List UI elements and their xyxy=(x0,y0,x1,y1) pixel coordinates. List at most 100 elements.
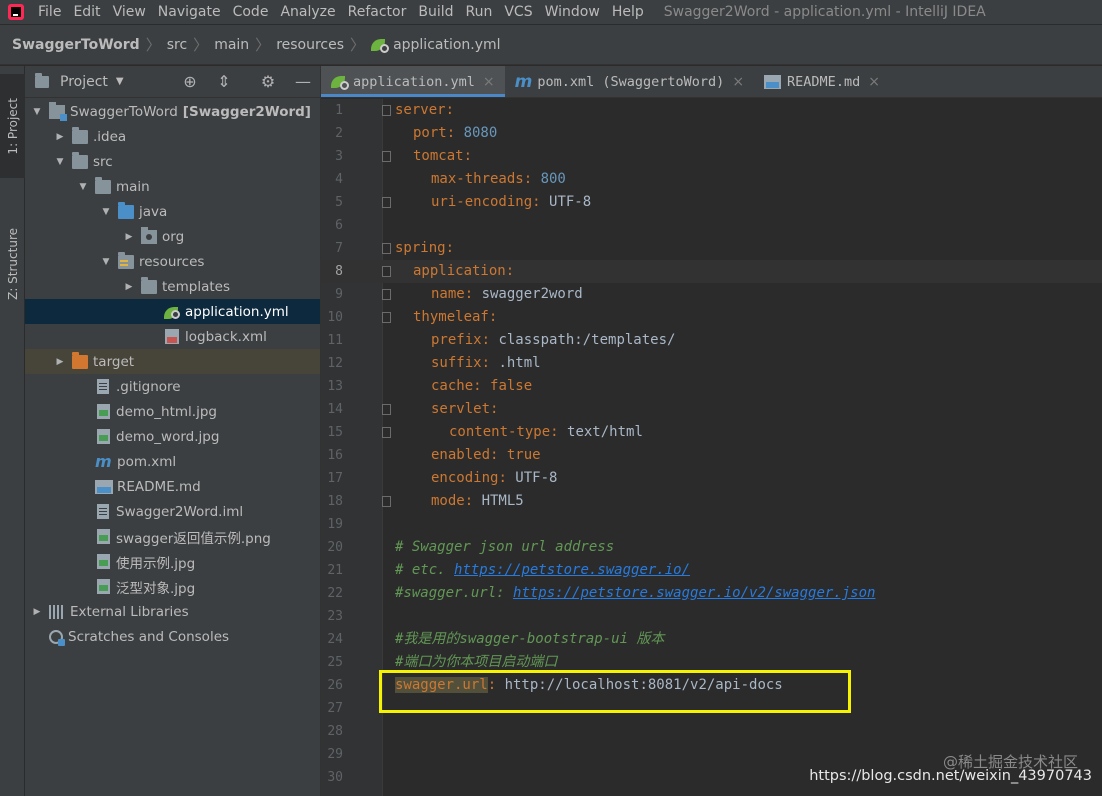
breadcrumb-item[interactable]: resources xyxy=(276,37,344,53)
chevron-down-icon[interactable]: ▼ xyxy=(116,76,124,87)
code-text: application: xyxy=(413,260,514,283)
resources-folder-icon xyxy=(118,251,134,269)
expand-arrow-down-icon[interactable]: ▼ xyxy=(54,157,66,167)
menu-code[interactable]: Code xyxy=(227,0,275,25)
fold-marker-icon[interactable] xyxy=(382,243,391,254)
code-line: 2 port: 8080 xyxy=(321,122,1102,145)
hide-panel-icon[interactable]: — xyxy=(293,72,313,92)
expand-arrow-down-icon[interactable]: ▼ xyxy=(31,107,43,117)
project-tool-window-tab[interactable]: 1: Project xyxy=(0,74,25,178)
tree-item-external-libraries[interactable]: ▶ External Libraries xyxy=(25,599,320,624)
tree-item-swagger2word-iml[interactable]: ▶Swagger2Word.iml xyxy=(25,499,320,524)
fold-marker-icon[interactable] xyxy=(382,197,391,208)
menu-build[interactable]: Build xyxy=(412,0,459,25)
tree-item-label: demo_html.jpg xyxy=(116,403,217,420)
code-text: name: swagger2word xyxy=(431,283,583,306)
code-text: tomcat: xyxy=(413,145,472,168)
expand-arrow-right-icon[interactable]: ▶ xyxy=(54,357,66,367)
tree-item-java[interactable]: ▼ java xyxy=(25,199,320,224)
code-token: : xyxy=(490,401,499,417)
fold-marker-icon[interactable] xyxy=(382,151,391,162)
expand-arrow-down-icon[interactable]: ▼ xyxy=(77,182,89,192)
breadcrumb-item[interactable]: application.yml xyxy=(371,37,501,53)
menu-edit[interactable]: Edit xyxy=(67,0,106,25)
tree-item-templates[interactable]: ▶ templates xyxy=(25,274,320,299)
collapse-all-icon[interactable]: ⇕ xyxy=(214,72,234,92)
menu-help[interactable]: Help xyxy=(606,0,650,25)
fold-marker-icon[interactable] xyxy=(382,289,391,300)
gear-icon[interactable]: ⚙ xyxy=(258,72,278,92)
close-icon[interactable]: × xyxy=(483,74,495,90)
editor-tab-application-yml[interactable]: application.yml × xyxy=(321,66,505,97)
tree-item-label: application.yml xyxy=(185,303,289,320)
code-token: : xyxy=(498,470,516,486)
fold-marker-icon[interactable] xyxy=(382,427,391,438)
tree-item-resources[interactable]: ▼ resources xyxy=(25,249,320,274)
editor-tab-pom-xml[interactable]: m pom.xml (SwaggertoWord) × xyxy=(505,66,754,97)
menu-navigate[interactable]: Navigate xyxy=(152,0,227,25)
expand-arrow-down-icon[interactable]: ▼ xyxy=(100,207,112,217)
fold-marker-icon[interactable] xyxy=(382,312,391,323)
expand-arrow-right-icon[interactable]: ▶ xyxy=(54,132,66,142)
code-token: thymeleaf xyxy=(413,309,489,325)
tree-item-pom-xml[interactable]: ▶mpom.xml xyxy=(25,449,320,474)
expand-arrow-down-icon[interactable]: ▼ xyxy=(100,257,112,267)
line-number: 18 xyxy=(327,494,343,509)
tree-item-jpg[interactable]: ▶使用示例.jpg xyxy=(25,549,320,574)
code-token: : xyxy=(464,286,482,302)
breadcrumb-item[interactable]: src xyxy=(167,37,187,53)
line-number: 25 xyxy=(327,655,343,670)
tree-item-demo-word-jpg[interactable]: ▶demo_word.jpg xyxy=(25,424,320,449)
tree-item-swaggertoword[interactable]: ▼ SwaggerToWord [Swagger2Word] xyxy=(25,99,320,124)
breadcrumb-item[interactable]: SwaggerToWord xyxy=(12,37,140,53)
menu-analyze[interactable]: Analyze xyxy=(274,0,341,25)
code-token: #swagger.url: xyxy=(395,585,514,601)
menu-refactor[interactable]: Refactor xyxy=(342,0,413,25)
tree-item-label: org xyxy=(162,228,185,245)
tree-item-org[interactable]: ▶ org xyxy=(25,224,320,249)
tree-item-idea[interactable]: ▶ .idea xyxy=(25,124,320,149)
close-icon[interactable]: × xyxy=(732,74,744,90)
code-text: thymeleaf: xyxy=(413,306,497,329)
yaml-file-icon xyxy=(331,74,349,90)
code-editor[interactable]: 1 server: 2 port: 8080 3 tomcat: 4 max-threads:… xyxy=(321,99,1102,796)
tree-item-logback-xml[interactable]: ▶logback.xml xyxy=(25,324,320,349)
menu-run[interactable]: Run xyxy=(460,0,499,25)
tree-item-swagger-png[interactable]: ▶swagger返回值示例.png xyxy=(25,524,320,549)
breadcrumb-item[interactable]: main xyxy=(214,37,249,53)
close-icon[interactable]: × xyxy=(868,74,880,90)
menu-view[interactable]: View xyxy=(107,0,152,25)
menu-window[interactable]: Window xyxy=(539,0,606,25)
code-line: 15 content-type: text/html xyxy=(321,421,1102,444)
menu-file[interactable]: File xyxy=(32,0,67,25)
expand-arrow-right-icon[interactable]: ▶ xyxy=(123,232,135,242)
tree-item-src[interactable]: ▼ src xyxy=(25,149,320,174)
line-number: 14 xyxy=(327,402,343,417)
tree-item-readme-md[interactable]: ▶README.md xyxy=(25,474,320,499)
fold-marker-icon[interactable] xyxy=(382,105,391,116)
menu-vcs[interactable]: VCS xyxy=(498,0,538,25)
code-token: enabled xyxy=(431,447,491,463)
tree-item-scratches-and-consoles[interactable]: ▶Scratches and Consoles xyxy=(25,624,320,649)
tree-item-target[interactable]: ▶ target xyxy=(25,349,320,374)
tree-item-demo-html-jpg[interactable]: ▶demo_html.jpg xyxy=(25,399,320,424)
tree-item-gitignore[interactable]: ▶.gitignore xyxy=(25,374,320,399)
tree-item-jpg[interactable]: ▶泛型对象.jpg xyxy=(25,574,320,599)
code-line: 8 application: xyxy=(321,260,1102,283)
fold-marker-icon[interactable] xyxy=(382,496,391,507)
tree-item-application-yml[interactable]: ▶application.yml xyxy=(25,299,320,324)
fold-marker-icon[interactable] xyxy=(382,404,391,415)
expand-arrow-right-icon[interactable]: ▶ xyxy=(31,607,43,617)
maven-icon: m xyxy=(95,451,112,471)
line-number: 6 xyxy=(335,218,343,233)
editor-tab-readme-md[interactable]: README.md × xyxy=(754,66,890,97)
tree-item-main[interactable]: ▼ main xyxy=(25,174,320,199)
project-view-selector[interactable]: Project xyxy=(60,74,108,90)
structure-tool-window-tab[interactable]: Z: Structure xyxy=(0,204,25,324)
line-number: 15 xyxy=(327,425,343,440)
fold-marker-icon[interactable] xyxy=(382,266,391,277)
project-tab-label: 1: Project xyxy=(5,97,20,155)
code-token: application xyxy=(413,263,506,279)
expand-arrow-right-icon[interactable]: ▶ xyxy=(123,282,135,292)
locate-file-icon[interactable]: ⊕ xyxy=(180,72,200,92)
